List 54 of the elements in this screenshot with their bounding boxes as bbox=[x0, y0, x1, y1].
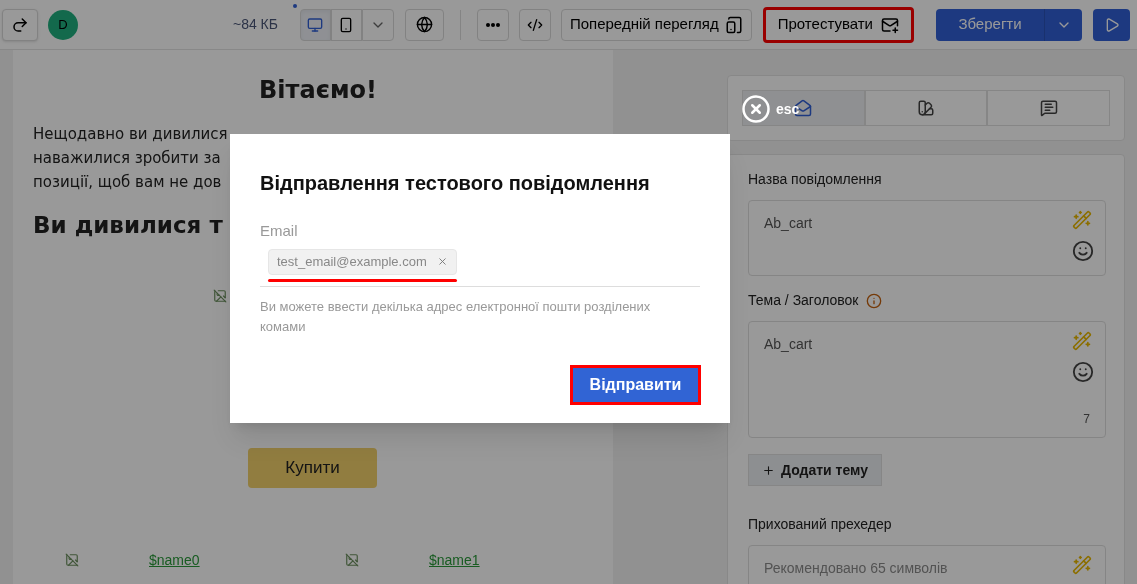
close-icon[interactable] bbox=[741, 94, 771, 124]
emoji-icon[interactable] bbox=[1072, 361, 1094, 383]
settings-tab[interactable] bbox=[987, 90, 1110, 126]
desktop-view-button[interactable] bbox=[299, 8, 331, 41]
chat-icon bbox=[1039, 99, 1058, 117]
remove-icon[interactable] bbox=[436, 256, 448, 267]
more-button[interactable] bbox=[476, 8, 509, 41]
more-icon bbox=[485, 22, 500, 27]
save-button[interactable]: Зберегти bbox=[936, 8, 1044, 41]
run-button[interactable] bbox=[1093, 8, 1130, 41]
message-size: ~84 КБ bbox=[232, 15, 278, 34]
emoji-icon[interactable] bbox=[1072, 240, 1094, 262]
field-label: Назва повідомлення bbox=[748, 170, 882, 189]
intro-text: наважилися зробити за bbox=[33, 148, 221, 169]
character-count: 7 bbox=[1083, 411, 1090, 428]
product-name-link[interactable]: $name0 bbox=[149, 549, 200, 571]
intro-text: Нещодавно ви дивилися bbox=[33, 124, 228, 145]
broken-image-icon bbox=[65, 553, 79, 567]
section-heading: Ви дивилися т bbox=[33, 211, 223, 240]
palette-icon bbox=[917, 99, 935, 117]
settings-tab[interactable] bbox=[864, 90, 988, 126]
preview-button[interactable]: Попередній перегляд bbox=[560, 8, 752, 41]
redo-icon bbox=[11, 15, 29, 34]
language-button[interactable] bbox=[404, 8, 444, 41]
product-name-link[interactable]: $name1 bbox=[429, 549, 480, 571]
redo-button[interactable] bbox=[2, 8, 38, 41]
broken-image-icon bbox=[213, 288, 227, 303]
field-label: Прихований прехедер bbox=[748, 515, 893, 534]
intro-text: позиції, щоб вам не дов bbox=[33, 172, 222, 193]
send-button[interactable]: Відправити bbox=[570, 364, 701, 405]
mail-send-icon bbox=[881, 15, 899, 34]
mobile-view-button[interactable] bbox=[330, 8, 362, 41]
text-field[interactable]: Рекомендовано 65 символів bbox=[748, 545, 1106, 584]
email-input[interactable]: test_email@example.com bbox=[260, 248, 700, 287]
test-button[interactable]: Протестувати bbox=[762, 6, 914, 43]
buy-button[interactable]: Купити bbox=[248, 447, 377, 488]
save-options-button[interactable] bbox=[1044, 8, 1082, 41]
settings-tab[interactable] bbox=[742, 90, 865, 126]
plus-icon bbox=[762, 463, 775, 477]
user-avatar[interactable]: D bbox=[48, 9, 78, 40]
email-chip: test_email@example.com bbox=[268, 248, 457, 275]
email-label: Email bbox=[260, 221, 299, 241]
broken-image-icon bbox=[345, 553, 359, 567]
desktop-icon bbox=[307, 16, 324, 33]
dialog-title: Відправлення тестового повідомлення bbox=[260, 171, 651, 196]
code-icon bbox=[526, 16, 543, 33]
field-label: Тема / Заголовок bbox=[748, 291, 859, 310]
dialog-hint: Ви можете ввести декілька адрес електронної пошти розділених комами bbox=[260, 297, 652, 336]
devices-icon bbox=[724, 15, 743, 34]
code-button[interactable] bbox=[518, 8, 551, 41]
greeting-heading: Вітаємо! bbox=[258, 75, 377, 106]
globe-icon bbox=[415, 16, 433, 33]
text-field[interactable]: Ab_cart bbox=[748, 200, 1106, 276]
add-subject-button[interactable]: Додати тему bbox=[748, 454, 882, 486]
